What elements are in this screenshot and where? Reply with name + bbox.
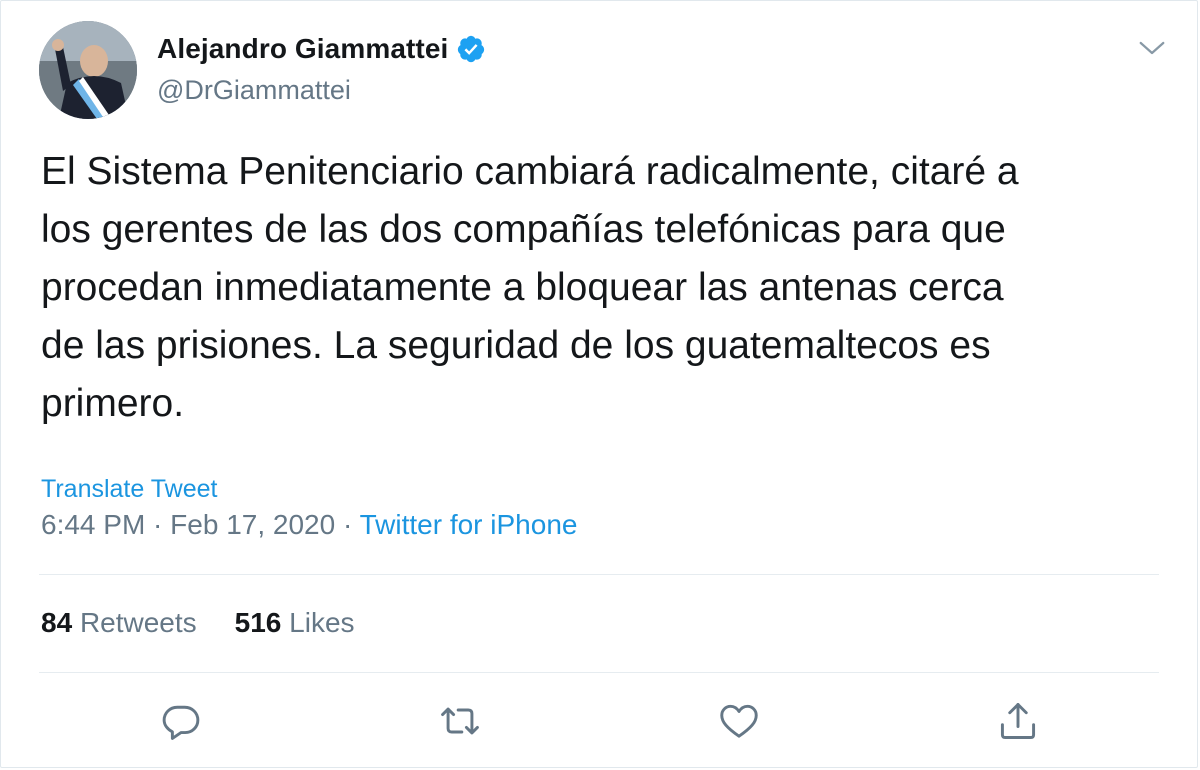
likes-count: 516 bbox=[234, 607, 282, 638]
retweet-icon[interactable] bbox=[438, 699, 482, 743]
chevron-down-icon[interactable] bbox=[1137, 33, 1167, 63]
tweet-source-link[interactable]: Twitter for iPhone bbox=[360, 509, 578, 540]
like-icon[interactable] bbox=[717, 699, 761, 743]
retweets-count: 84 bbox=[41, 607, 73, 638]
divider bbox=[39, 672, 1159, 673]
share-icon[interactable] bbox=[996, 699, 1040, 743]
tweet-actions bbox=[1, 699, 1199, 747]
divider bbox=[39, 574, 1159, 575]
author-name-row: Alejandro Giammattei bbox=[157, 33, 486, 65]
verified-badge-icon bbox=[458, 35, 485, 63]
profile-photo-icon bbox=[39, 21, 137, 119]
author-handle[interactable]: @DrGiammattei bbox=[157, 75, 351, 106]
tweet-metadata: 6:44 PM · Feb 17, 2020 · Twitter for iPh… bbox=[41, 509, 577, 541]
tweet-time[interactable]: 6:44 PM bbox=[41, 509, 145, 540]
author-avatar[interactable] bbox=[39, 21, 137, 119]
tweet-text: El Sistema Penitenciario cambiará radica… bbox=[41, 150, 1019, 425]
retweets-stat[interactable]: 84 Retweets bbox=[41, 607, 197, 638]
likes-label: Likes bbox=[289, 607, 355, 638]
meta-separator: · bbox=[335, 509, 360, 540]
reply-icon[interactable] bbox=[159, 699, 203, 743]
tweet-date[interactable]: Feb 17, 2020 bbox=[170, 509, 335, 540]
tweet-stats: 84 Retweets 516 Likes bbox=[41, 607, 355, 639]
likes-stat[interactable]: 516 Likes bbox=[235, 607, 355, 638]
tweet-card: Alejandro Giammattei @DrGiammattei El Si… bbox=[0, 0, 1198, 768]
author-display-name[interactable]: Alejandro Giammattei bbox=[157, 33, 448, 65]
translate-tweet-link[interactable]: Translate Tweet bbox=[41, 475, 217, 504]
meta-separator: · bbox=[145, 509, 171, 540]
retweets-label: Retweets bbox=[79, 607, 197, 638]
